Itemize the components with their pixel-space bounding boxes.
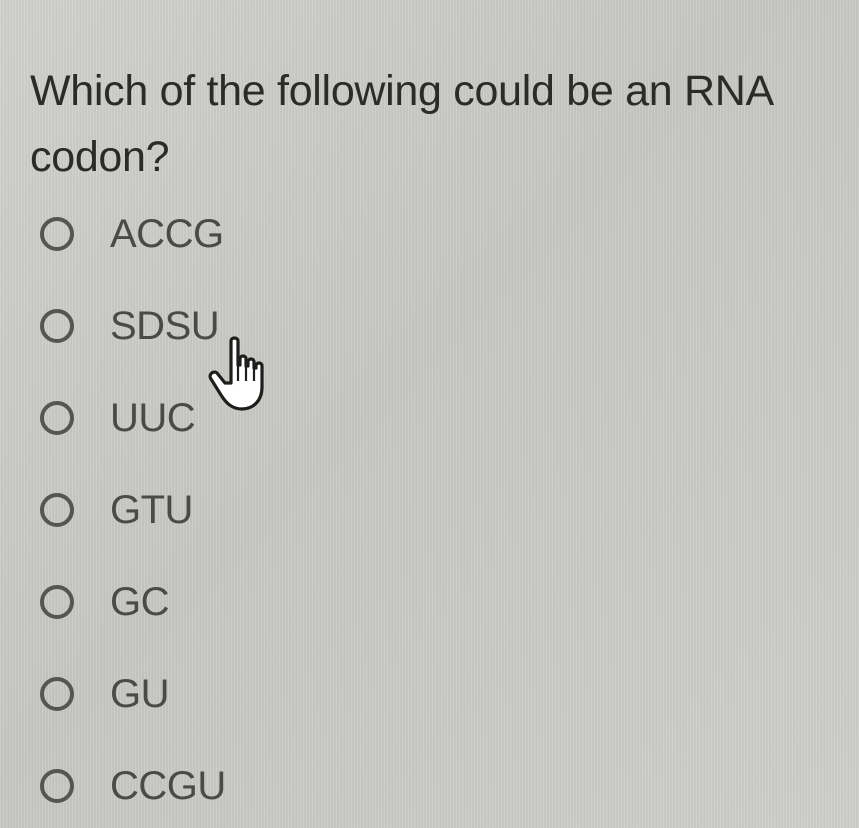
option-label: UUC: [110, 395, 196, 440]
option-uuc[interactable]: UUC: [40, 372, 226, 464]
option-label: GTU: [110, 487, 193, 532]
radio-button[interactable]: [40, 769, 74, 803]
option-gtu[interactable]: GTU: [40, 464, 226, 556]
option-label: CCGU: [110, 763, 226, 808]
radio-button[interactable]: [40, 493, 74, 527]
radio-button[interactable]: [40, 585, 74, 619]
radio-button[interactable]: [40, 677, 74, 711]
radio-button[interactable]: [40, 217, 74, 251]
option-gc[interactable]: GC: [40, 556, 226, 648]
option-gu[interactable]: GU: [40, 648, 226, 740]
question-text: Which of the following could be an RNA c…: [30, 67, 772, 181]
option-label: GC: [110, 579, 170, 624]
option-label: GU: [110, 671, 170, 716]
option-sdsu[interactable]: SDSU: [40, 280, 226, 372]
option-label: ACCG: [110, 211, 224, 256]
option-ccgu[interactable]: CCGU: [40, 740, 226, 828]
radio-button[interactable]: [40, 401, 74, 435]
radio-button[interactable]: [40, 309, 74, 343]
answer-options: ACCG SDSU UUC GTU GC GU CCGU: [40, 188, 226, 828]
option-label: SDSU: [110, 303, 220, 348]
option-accg[interactable]: ACCG: [40, 188, 226, 280]
